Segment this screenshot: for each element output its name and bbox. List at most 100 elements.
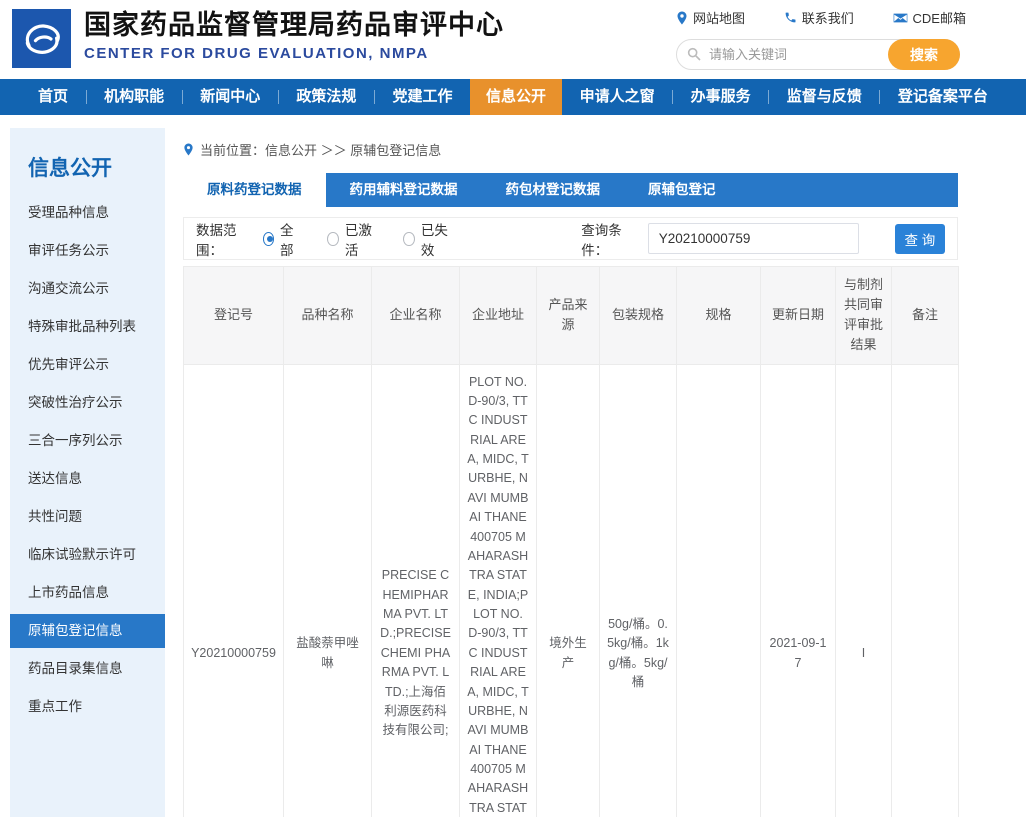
sidebar-item-common-issues[interactable]: 共性问题	[10, 498, 165, 536]
nav-item-functions[interactable]: 机构职能	[92, 79, 176, 115]
header-right: 网站地图 联系我们 CDE邮箱 搜索	[676, 8, 966, 70]
sidebar-item-accepted-varieties[interactable]: 受理品种信息	[10, 194, 165, 232]
page: 国家药品监督管理局药品审评中心 CENTER FOR DRUG EVALUATI…	[0, 0, 1026, 817]
column-header-package-spec: 包装规格	[600, 267, 677, 365]
main-content: 当前位置：信息公开 ＞＞ 原辅包登记信息 原料药登记数据 药用辅料登记数据 药包…	[183, 128, 958, 817]
nav-divider	[672, 90, 673, 104]
site-title-block: 国家药品监督管理局药品审评中心 CENTER FOR DRUG EVALUATI…	[84, 8, 504, 62]
site-subtitle: CENTER FOR DRUG EVALUATION, NMPA	[84, 45, 504, 62]
quick-links: 网站地图 联系我们 CDE邮箱	[676, 8, 966, 27]
cell-spec	[677, 364, 761, 817]
nav-divider	[278, 90, 279, 104]
nav-divider	[768, 90, 769, 104]
cell-variety-name: 盐酸萘甲唑啉	[284, 364, 372, 817]
column-header-product-source: 产品来源	[537, 267, 600, 365]
column-header-update-date: 更新日期	[761, 267, 836, 365]
nav-item-supervision-feedback[interactable]: 监督与反馈	[775, 79, 874, 115]
scope-radio-group: 全部 已激活 已失效	[263, 219, 454, 259]
nav-divider	[86, 90, 87, 104]
query-label: 查询条件：	[581, 219, 640, 259]
sidebar-item-marketed-drugs[interactable]: 上市药品信息	[10, 574, 165, 612]
radio-expired[interactable]: 已失效	[403, 219, 453, 259]
location-pin-icon	[676, 11, 688, 25]
header-search-button[interactable]: 搜索	[888, 39, 960, 70]
site-title: 国家药品监督管理局药品审评中心	[84, 8, 504, 42]
radio-all-label: 全部	[280, 219, 301, 259]
nav-divider	[374, 90, 375, 104]
sidebar-list: 受理品种信息 审评任务公示 沟通交流公示 特殊审批品种列表 优先审评公示 突破性…	[10, 194, 165, 726]
radio-circle-icon	[327, 232, 339, 246]
table-row: Y20210000759 盐酸萘甲唑啉 PRECISE CHEMIPHARMA …	[184, 364, 959, 817]
sidebar-title: 信息公开	[10, 128, 165, 194]
nav-item-applicant-window[interactable]: 申请人之窗	[568, 79, 667, 115]
search-icon	[686, 46, 702, 62]
sitemap-link-label: 网站地图	[693, 8, 745, 27]
tab-packaging-registration[interactable]: 药包材登记数据	[482, 173, 625, 207]
sidebar-item-raw-excipient-packaging[interactable]: 原辅包登记信息	[10, 614, 165, 648]
nav-divider	[879, 90, 880, 104]
header-search-bar: 搜索	[676, 39, 960, 70]
column-header-joint-review-result: 与制剂共同审评审批结果	[836, 267, 892, 365]
sidebar-item-key-work[interactable]: 重点工作	[10, 688, 165, 726]
sidebar-item-delivery-info[interactable]: 送达信息	[10, 460, 165, 498]
cde-mail-link-label: CDE邮箱	[913, 8, 966, 27]
cell-product-source: 境外生产	[537, 364, 600, 817]
tab-raw-excipient-packaging[interactable]: 原辅包登记	[624, 173, 740, 207]
query-button[interactable]: 查 询	[895, 224, 945, 254]
radio-circle-icon	[403, 232, 415, 246]
nav-item-home[interactable]: 首页	[26, 79, 80, 115]
nav-item-party-building[interactable]: 党建工作	[380, 79, 464, 115]
sidebar-item-communication[interactable]: 沟通交流公示	[10, 270, 165, 308]
sitemap-link[interactable]: 网站地图	[676, 8, 745, 27]
sidebar-item-drug-catalog[interactable]: 药品目录集信息	[10, 650, 165, 688]
cell-company-address: PLOT NO. D-90/3, TTC INDUSTRIAL AREA, MI…	[460, 364, 537, 817]
column-header-company-name: 企业名称	[372, 267, 460, 365]
sidebar-item-three-in-one[interactable]: 三合一序列公示	[10, 422, 165, 460]
column-header-remarks: 备注	[892, 267, 959, 365]
scope-label: 数据范围：	[196, 219, 255, 259]
sidebar-item-review-tasks[interactable]: 审评任务公示	[10, 232, 165, 270]
cell-joint-review-result: I	[836, 364, 892, 817]
nav-item-policies[interactable]: 政策法规	[284, 79, 368, 115]
cell-remarks	[892, 364, 959, 817]
logo-swirl-icon	[16, 13, 68, 65]
cell-update-date: 2021-09-17	[761, 364, 836, 817]
sidebar-item-priority-review[interactable]: 优先审评公示	[10, 346, 165, 384]
tab-excipient-registration[interactable]: 药用辅料登记数据	[326, 173, 482, 207]
radio-all[interactable]: 全部	[263, 219, 302, 259]
nav-item-news[interactable]: 新闻中心	[188, 79, 272, 115]
table-header-row: 登记号 品种名称 企业名称 企业地址 产品来源 包装规格 规格 更新日期 与制剂…	[184, 267, 959, 365]
radio-circle-icon	[263, 232, 274, 246]
mail-icon	[893, 12, 908, 24]
radio-expired-label: 已失效	[421, 219, 453, 259]
query-input[interactable]	[648, 223, 859, 254]
contact-link[interactable]: 联系我们	[784, 8, 854, 27]
contact-link-label: 联系我们	[802, 8, 854, 27]
radio-activated[interactable]: 已激活	[327, 219, 377, 259]
breadcrumb-pin-icon	[183, 143, 194, 156]
sidebar-item-clinical-trial-license[interactable]: 临床试验默示许可	[10, 536, 165, 574]
breadcrumb: 当前位置：信息公开 ＞＞ 原辅包登记信息	[183, 140, 958, 159]
phone-icon	[784, 11, 797, 24]
sidebar-item-breakthrough-therapy[interactable]: 突破性治疗公示	[10, 384, 165, 422]
radio-activated-label: 已激活	[345, 219, 377, 259]
nav-item-services[interactable]: 办事服务	[679, 79, 763, 115]
nav-item-registration-platform[interactable]: 登记备案平台	[886, 79, 1000, 115]
sidebar: 信息公开 受理品种信息 审评任务公示 沟通交流公示 特殊审批品种列表 优先审评公…	[10, 128, 165, 817]
filter-panel: 数据范围： 全部 已激活 已失效 查询条件：	[183, 217, 958, 260]
column-header-variety-name: 品种名称	[284, 267, 372, 365]
column-header-company-address: 企业地址	[460, 267, 537, 365]
sidebar-item-special-approval[interactable]: 特殊审批品种列表	[10, 308, 165, 346]
breadcrumb-label: 当前位置：信息公开 ＞＞ 原辅包登记信息	[200, 140, 441, 159]
nav-item-info-disclosure[interactable]: 信息公开	[470, 79, 562, 115]
cell-registration-no: Y20210000759	[184, 364, 284, 817]
cde-mail-link[interactable]: CDE邮箱	[893, 8, 966, 27]
tab-api-registration[interactable]: 原料药登记数据	[183, 173, 326, 207]
column-header-spec: 规格	[677, 267, 761, 365]
column-header-registration-no: 登记号	[184, 267, 284, 365]
cell-package-spec: 50g/桶。0.5kg/桶。1kg/桶。5kg/桶	[600, 364, 677, 817]
main-nav: 首页 机构职能 新闻中心 政策法规 党建工作 信息公开 申请人之窗 办事服务 监…	[0, 79, 1026, 115]
nav-divider	[182, 90, 183, 104]
results-table: 登记号 品种名称 企业名称 企业地址 产品来源 包装规格 规格 更新日期 与制剂…	[183, 266, 959, 817]
cell-company-name: PRECISE CHEMIPHARMA PVT. LTD.;PRECISE CH…	[372, 364, 460, 817]
